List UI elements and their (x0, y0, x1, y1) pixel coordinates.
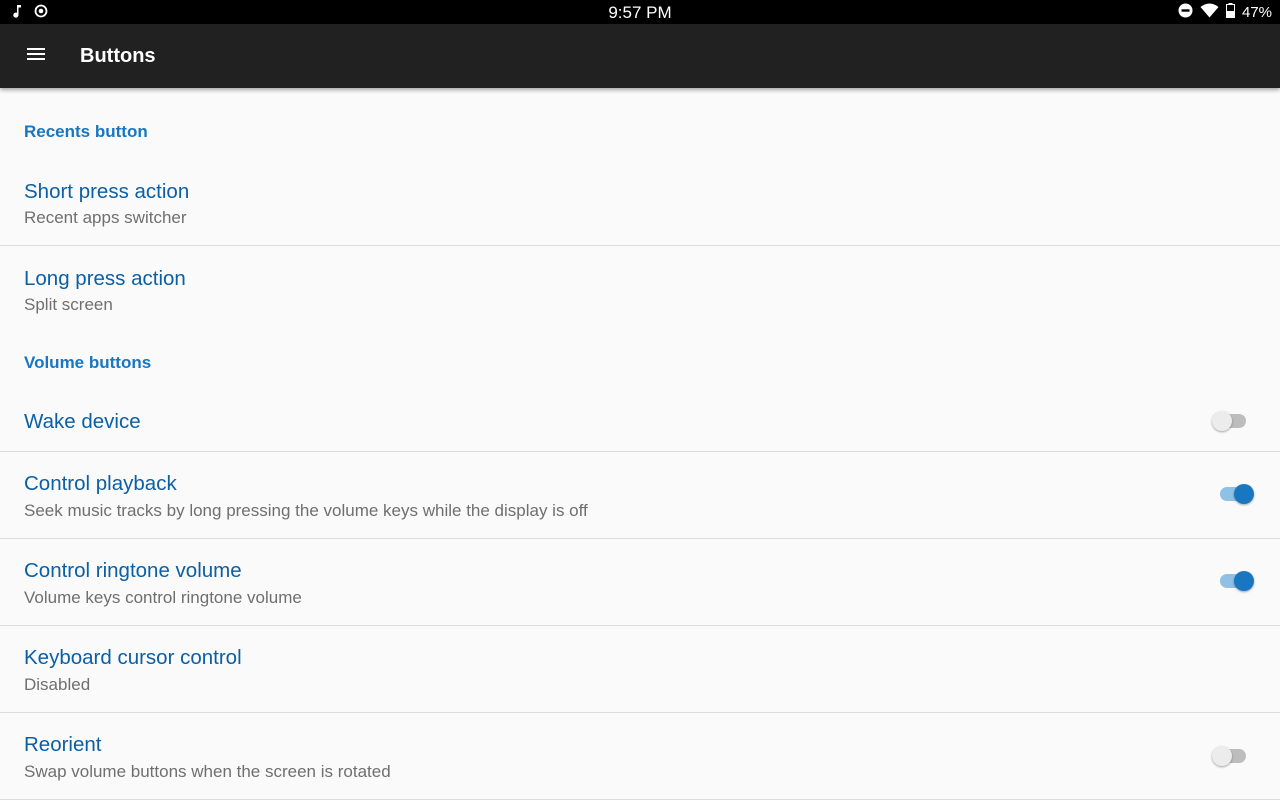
pref-title: Keyboard cursor control (24, 646, 242, 669)
app-bar: Buttons (0, 24, 1280, 88)
pref-title: Control playback (24, 472, 177, 495)
battery-percent: 47% (1241, 4, 1272, 21)
pref-short-press-action[interactable]: Short press action Recent apps switcher (0, 158, 1280, 246)
switch-thumb (1234, 484, 1254, 504)
pref-control-ringtone-volume[interactable]: Control ringtone volume Volume keys cont… (0, 539, 1280, 626)
pref-title: Reorient (24, 733, 102, 756)
menu-button[interactable] (16, 36, 56, 76)
pref-summary: Disabled (24, 675, 91, 694)
battery-icon (1225, 3, 1235, 22)
pref-summary: Split screen (24, 295, 113, 314)
pref-summary: Swap volume buttons when the screen is r… (24, 762, 391, 781)
pref-reorient[interactable]: Reorient Swap volume buttons when the sc… (0, 713, 1280, 800)
pref-title: Long press action (24, 267, 186, 290)
switch-thumb (1212, 746, 1232, 766)
pref-wake-device[interactable]: Wake device (0, 389, 1280, 452)
control-playback-switch[interactable] (1220, 484, 1254, 504)
hamburger-menu-icon (26, 47, 46, 66)
wake-device-switch[interactable] (1212, 411, 1246, 431)
pref-title: Short press action (24, 180, 190, 203)
control-ringtone-volume-switch[interactable] (1220, 571, 1254, 591)
pref-summary: Seek music tracks by long pressing the v… (24, 501, 588, 520)
pref-summary: Recent apps switcher (24, 208, 187, 227)
pref-long-press-action[interactable]: Long press action Split screen (0, 246, 1280, 333)
preferences-list: Recents button Short press action Recent… (0, 88, 1280, 800)
status-time: 9:57 PM (608, 3, 672, 22)
pref-keyboard-cursor-control[interactable]: Keyboard cursor control Disabled (0, 626, 1280, 713)
pref-control-playback[interactable]: Control playback Seek music tracks by lo… (0, 452, 1280, 539)
wifi-icon (1200, 3, 1219, 22)
pref-title: Wake device (24, 410, 141, 433)
pref-title: Control ringtone volume (24, 559, 242, 582)
status-right-icons: 47% (1178, 3, 1272, 22)
category-header-volume-buttons: Volume buttons (24, 353, 152, 372)
status-bar: 9:57 PM 47% (0, 0, 1280, 24)
page-title: Buttons (80, 45, 156, 67)
reorient-switch[interactable] (1212, 746, 1246, 766)
do-not-disturb-icon (1178, 3, 1193, 22)
switch-thumb (1234, 571, 1254, 591)
switch-thumb (1212, 411, 1232, 431)
pref-summary: Volume keys control ringtone volume (24, 588, 302, 607)
category-header-recents-button: Recents button (24, 122, 148, 141)
